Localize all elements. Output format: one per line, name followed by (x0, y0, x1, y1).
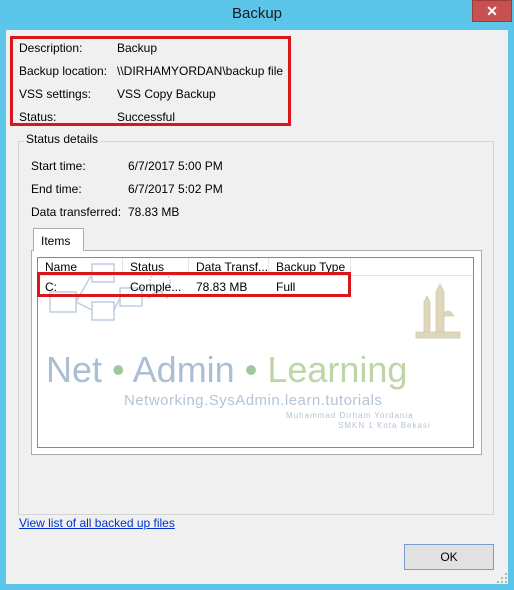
start-time-value: 6/7/2017 5:00 PM (128, 159, 223, 173)
data-transferred-value: 78.83 MB (128, 205, 180, 219)
resize-grip-icon[interactable] (496, 572, 508, 584)
end-time-value: 6/7/2017 5:02 PM (128, 182, 223, 196)
end-time-label: End time: (31, 182, 82, 196)
summary-highlight-box (10, 36, 291, 126)
tab-items-label: Items (41, 234, 71, 248)
watermark-title: Net • Admin • Learning (46, 349, 407, 390)
watermark-credit-school: SMKN 1 Kota Bekasi (338, 421, 431, 430)
window-title: Backup (231, 5, 283, 22)
ok-button[interactable]: OK (404, 544, 494, 570)
start-time-label: Start time: (31, 159, 86, 173)
tab-items[interactable]: Items (33, 228, 84, 251)
dialog-body: Description: Backup Backup location: \\D… (6, 30, 508, 584)
status-details-legend: Status details (24, 132, 101, 146)
data-transferred-label: Data transferred: (31, 205, 122, 219)
title-bar: Backup ✕ (0, 0, 514, 30)
close-icon: ✕ (486, 3, 498, 19)
view-backed-up-files-link[interactable]: View list of all backed up files (19, 516, 175, 530)
close-button[interactable]: ✕ (472, 0, 512, 22)
row-highlight-box (37, 272, 351, 297)
watermark-credit-name: Muhammad Dirham Yordania (286, 411, 414, 420)
watermark-subtitle: Networking.SysAdmin.learn.tutorials (124, 392, 382, 409)
